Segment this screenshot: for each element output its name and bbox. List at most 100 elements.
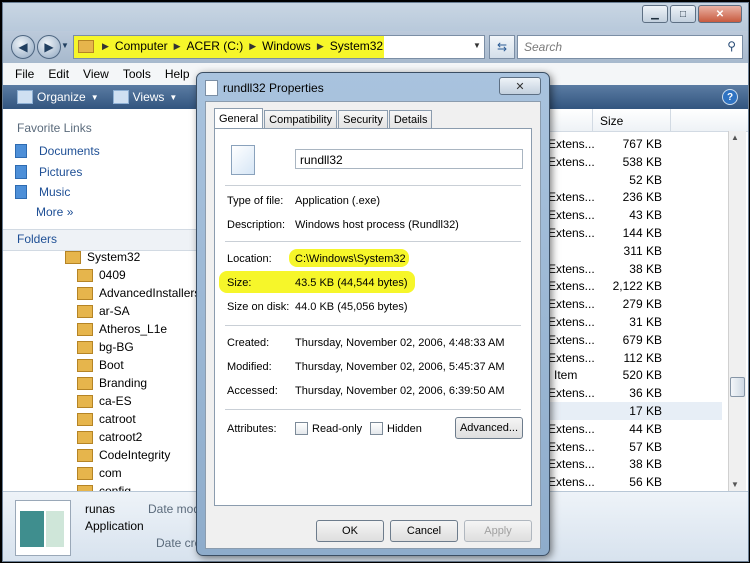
attributes-label: Attributes: <box>227 423 277 435</box>
menu-view[interactable]: View <box>83 67 109 81</box>
file-type-cell: Extens... <box>548 332 595 347</box>
tree-item[interactable]: catroot2 <box>77 430 142 444</box>
vertical-scrollbar[interactable]: ▲ ▼ <box>728 131 746 491</box>
file-size-cell: 43 KB <box>629 208 662 223</box>
cancel-button[interactable]: Cancel <box>390 520 458 542</box>
column-divider[interactable] <box>592 109 593 131</box>
apply-button[interactable]: Apply <box>464 520 532 542</box>
tree-item-root[interactable]: System32 <box>65 250 140 264</box>
dialog-close-button[interactable]: ✕ <box>499 77 541 95</box>
file-type-cell: Extens... <box>548 137 595 151</box>
search-icon[interactable]: ⚲ <box>727 39 736 53</box>
folder-icon <box>78 39 94 53</box>
type-label: Type of file: <box>227 195 284 207</box>
refresh-icon: ⇆ <box>496 40 508 54</box>
tab-details[interactable]: Details <box>388 110 433 128</box>
more-link[interactable]: More » <box>36 205 73 219</box>
tree-item[interactable]: bg-BG <box>77 340 134 354</box>
breadcrumb-separator-icon[interactable]: ▶ <box>174 41 181 52</box>
organize-icon <box>17 90 33 104</box>
folder-icon <box>77 322 93 336</box>
folders-header[interactable]: Folders <box>3 229 201 251</box>
forward-button[interactable]: ▶ <box>37 35 61 59</box>
description-value: Windows host process (Rundll32) <box>295 219 459 231</box>
folder-icon <box>77 358 93 372</box>
tree-item[interactable]: Branding <box>77 376 147 390</box>
breadcrumb-windows[interactable]: Windows <box>262 39 311 53</box>
tab-compatibility[interactable]: Compatibility <box>264 110 338 128</box>
menu-file[interactable]: File <box>15 67 34 81</box>
hidden-checkbox[interactable]: Hidden <box>370 422 422 435</box>
tree-item[interactable]: Atheros_L1e <box>77 322 167 336</box>
breadcrumb-computer[interactable]: Computer <box>115 39 168 53</box>
menu-tools[interactable]: Tools <box>123 67 151 81</box>
filename-field[interactable]: rundll32 <box>295 149 523 169</box>
tree-item[interactable]: Boot <box>77 358 124 372</box>
menu-edit[interactable]: Edit <box>48 67 69 81</box>
file-size-cell: 112 KB <box>623 350 662 365</box>
modified-label: Modified: <box>227 361 272 373</box>
close-icon: ✕ <box>515 80 525 93</box>
folder-icon <box>77 286 93 300</box>
column-divider[interactable] <box>670 109 671 131</box>
tree-item-label: catroot2 <box>99 430 143 444</box>
tree-item-label: System32 <box>87 250 141 264</box>
organize-label: Organize <box>37 90 86 104</box>
tree-item-label: ar-SA <box>99 304 130 318</box>
refresh-button[interactable]: ⇆ <box>489 35 515 59</box>
more-label: More <box>36 205 64 219</box>
folder-icon <box>77 430 93 444</box>
help-icon[interactable]: ? <box>722 89 738 105</box>
column-header-size[interactable]: Size <box>600 114 623 128</box>
favorite-pictures[interactable]: Pictures <box>15 165 82 179</box>
scrollbar-thumb[interactable] <box>730 377 745 397</box>
tree-item[interactable]: com <box>77 466 122 480</box>
breadcrumb-separator-icon[interactable]: ▶ <box>317 41 324 52</box>
favorite-documents-label: Documents <box>39 144 100 158</box>
folders-header-label: Folders <box>17 232 58 246</box>
breadcrumb-separator-icon[interactable]: ▶ <box>249 41 256 52</box>
tree-item[interactable]: ca-ES <box>77 394 132 408</box>
readonly-checkbox[interactable]: Read-only <box>295 422 362 435</box>
back-button[interactable]: ◀ <box>11 35 35 59</box>
divider <box>225 185 521 186</box>
file-size-cell: 520 KB <box>622 368 662 383</box>
history-dropdown-icon[interactable]: ▼ <box>61 41 69 50</box>
address-bar[interactable]: ▶ Computer ▶ ACER (C:) ▶ Windows ▶ Syste… <box>73 35 485 59</box>
file-size-cell: 57 KB <box>629 439 662 454</box>
tab-security[interactable]: Security <box>338 110 388 128</box>
tree-item[interactable]: ar-SA <box>77 304 130 318</box>
ok-button[interactable]: OK <box>316 520 384 542</box>
maximize-icon[interactable]: □ <box>670 5 696 23</box>
scroll-down-icon[interactable]: ▼ <box>731 480 739 489</box>
double-chevron-right-icon: » <box>66 205 74 219</box>
views-button[interactable]: Views ▼ <box>112 90 177 104</box>
favorite-documents[interactable]: Documents <box>15 144 100 158</box>
breadcrumb-separator-icon[interactable]: ▶ <box>102 41 109 52</box>
search-input[interactable]: Search ⚲ <box>517 35 743 59</box>
advanced-button[interactable]: Advanced... <box>455 417 523 439</box>
favorite-music[interactable]: Music <box>15 185 70 199</box>
tree-item[interactable]: config <box>77 484 131 491</box>
tab-general[interactable]: General <box>214 108 264 129</box>
address-row: ◀ ▶ ▼ ▶ Computer ▶ ACER (C:) ▶ Windows ▶… <box>3 31 748 63</box>
tree-item[interactable]: 0409 <box>77 268 126 282</box>
type-value: Application (.exe) <box>295 195 380 207</box>
tree-item[interactable]: AdvancedInstallers <box>77 286 200 300</box>
breadcrumb-system32[interactable]: System32 <box>330 39 383 53</box>
tree-item[interactable]: catroot <box>77 412 136 426</box>
file-size-cell: 236 KB <box>622 190 662 205</box>
file-type-cell: Extens... <box>548 190 595 205</box>
minimize-icon[interactable]: ▁ <box>642 5 668 23</box>
checkbox-box <box>370 422 383 435</box>
tree-item[interactable]: CodeIntegrity <box>77 448 170 462</box>
tree-item-label: com <box>99 466 122 480</box>
organize-button[interactable]: Organize ▼ <box>17 90 99 104</box>
scroll-up-icon[interactable]: ▲ <box>731 133 739 142</box>
breadcrumb-drive[interactable]: ACER (C:) <box>187 39 244 53</box>
menu-help[interactable]: Help <box>165 67 190 81</box>
date-modified-label: Date modi <box>148 502 203 516</box>
size-on-disk-label: Size on disk: <box>227 301 290 313</box>
close-icon[interactable]: ✕ <box>698 5 742 23</box>
address-dropdown-icon[interactable]: ▼ <box>473 41 481 50</box>
